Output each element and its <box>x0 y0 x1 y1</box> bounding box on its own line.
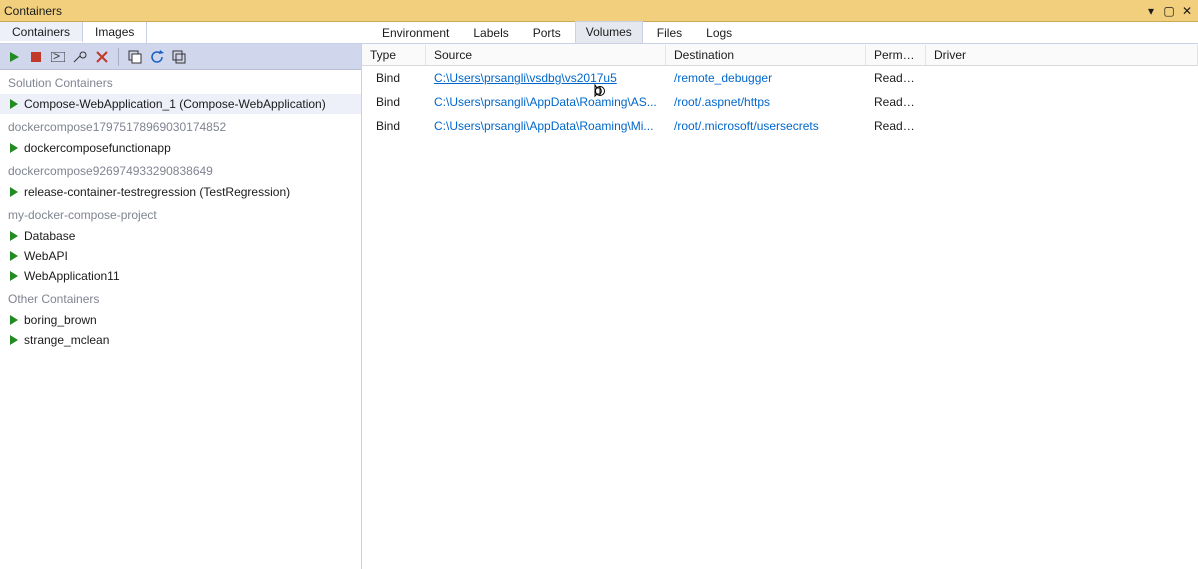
cell-driver <box>926 123 1198 129</box>
start-icon[interactable] <box>4 47 24 67</box>
volume-row[interactable]: Bind C:\Users\prsangli\AppData\Roaming\Mi… <box>362 114 1198 138</box>
cell-type: Bind <box>362 92 426 112</box>
tab-ports[interactable]: Ports <box>523 23 571 43</box>
group-header: Solution Containers <box>0 70 361 94</box>
group-header: dockercompose17975178969030174852 <box>0 114 361 138</box>
close-icon[interactable]: ✕ <box>1180 4 1194 18</box>
running-icon <box>10 143 18 153</box>
cell-permissions: Read only <box>866 92 926 112</box>
tab-images[interactable]: Images <box>83 22 147 43</box>
cell-destination: /remote_debugger <box>666 68 866 88</box>
window-title: Containers <box>4 4 62 18</box>
container-label: dockercomposefunctionapp <box>24 141 171 155</box>
tabs-row: Containers Images Environment Labels Por… <box>0 22 1198 44</box>
cell-permissions: Read write <box>866 68 926 88</box>
source-link[interactable]: C:\Users\prsangli\vsdbg\vs2017u5 <box>434 71 617 85</box>
titlebar: Containers ▾ ▢ ✕ <box>0 0 1198 22</box>
attach-icon[interactable] <box>70 47 90 67</box>
source-link[interactable]: C:\Users\prsangli\AppData\Roaming\Mi... <box>434 119 653 133</box>
dropdown-icon[interactable]: ▾ <box>1144 4 1158 18</box>
toolbar-separator <box>118 48 119 66</box>
col-permissions[interactable]: Permis... <box>866 45 926 65</box>
container-label: Compose-WebApplication_1 (Compose-WebApp… <box>24 97 326 111</box>
container-node[interactable]: release-container-testregression (TestRe… <box>0 182 361 202</box>
volume-row[interactable]: Bind C:\Users\prsangli\vsdbg\vs2017u5/rem… <box>362 66 1198 90</box>
tab-volumes[interactable]: Volumes <box>575 21 643 43</box>
svg-text:>_: >_ <box>53 52 65 62</box>
sidebar-toolbar: >_ <box>0 44 361 70</box>
running-icon <box>10 271 18 281</box>
running-icon <box>10 335 18 345</box>
container-label: WebAPI <box>24 249 68 263</box>
window-controls: ▾ ▢ ✕ <box>1144 4 1194 18</box>
running-icon <box>10 99 18 109</box>
refresh-icon[interactable] <box>147 47 167 67</box>
right-tabstrip: Environment Labels Ports Volumes Files L… <box>362 22 1198 44</box>
container-node[interactable]: WebAPI <box>0 246 361 266</box>
container-label: WebApplication11 <box>24 269 120 283</box>
volume-row[interactable]: Bind C:\Users\prsangli\AppData\Roaming\AS… <box>362 90 1198 114</box>
running-icon <box>10 315 18 325</box>
running-icon <box>10 231 18 241</box>
container-label: strange_mclean <box>24 333 109 347</box>
tab-logs[interactable]: Logs <box>696 23 742 43</box>
sidebar: >_ Solution Containers Compose-WebApplica… <box>0 44 362 569</box>
container-label: release-container-testregression (TestRe… <box>24 185 290 199</box>
cell-destination: /root/.aspnet/https <box>666 92 866 112</box>
cell-destination: /root/.microsoft/usersecrets <box>666 116 866 136</box>
col-destination[interactable]: Destination <box>666 45 866 65</box>
maximize-icon[interactable]: ▢ <box>1162 4 1176 18</box>
prune-icon[interactable] <box>169 47 189 67</box>
cell-source: C:\Users\prsangli\AppData\Roaming\Mi... <box>426 116 666 136</box>
container-node[interactable]: Compose-WebApplication_1 (Compose-WebApp… <box>0 94 361 114</box>
cell-permissions: Read only <box>866 116 926 136</box>
volumes-panel: Type Source Destination Permis... Driver… <box>362 44 1198 569</box>
group-header: my-docker-compose-project <box>0 202 361 226</box>
group-header: Other Containers <box>0 286 361 310</box>
container-node[interactable]: strange_mclean <box>0 330 361 350</box>
container-node[interactable]: boring_brown <box>0 310 361 330</box>
container-node[interactable]: dockercomposefunctionapp <box>0 138 361 158</box>
source-link[interactable]: C:\Users\prsangli\AppData\Roaming\AS... <box>434 95 657 109</box>
cell-type: Bind <box>362 116 426 136</box>
stop-icon[interactable] <box>26 47 46 67</box>
col-driver[interactable]: Driver <box>926 45 1198 65</box>
destination-link[interactable]: /root/.microsoft/usersecrets <box>674 119 819 133</box>
container-node[interactable]: WebApplication11 <box>0 266 361 286</box>
col-type[interactable]: Type <box>362 45 426 65</box>
tab-containers[interactable]: Containers <box>0 22 83 43</box>
cell-driver <box>926 99 1198 105</box>
delete-icon[interactable] <box>92 47 112 67</box>
volumes-header: Type Source Destination Permis... Driver <box>362 44 1198 66</box>
destination-link[interactable]: /remote_debugger <box>674 71 772 85</box>
container-node[interactable]: Database <box>0 226 361 246</box>
cell-driver <box>926 75 1198 81</box>
left-tabstrip: Containers Images <box>0 22 362 44</box>
group-header: dockercompose926974933290838649 <box>0 158 361 182</box>
container-label: Database <box>24 229 75 243</box>
tab-environment[interactable]: Environment <box>372 23 459 43</box>
copy-icon[interactable] <box>125 47 145 67</box>
terminal-icon[interactable]: >_ <box>48 47 68 67</box>
running-icon <box>10 251 18 261</box>
cell-type: Bind <box>362 68 426 88</box>
main-split: >_ Solution Containers Compose-WebApplica… <box>0 44 1198 569</box>
running-icon <box>10 187 18 197</box>
tab-labels[interactable]: Labels <box>463 23 518 43</box>
destination-link[interactable]: /root/.aspnet/https <box>674 95 770 109</box>
cell-source: C:\Users\prsangli\vsdbg\vs2017u5 <box>426 68 666 88</box>
tab-files[interactable]: Files <box>647 23 692 43</box>
col-source[interactable]: Source <box>426 45 666 65</box>
cell-source: C:\Users\prsangli\AppData\Roaming\AS... <box>426 92 666 112</box>
container-label: boring_brown <box>24 313 97 327</box>
